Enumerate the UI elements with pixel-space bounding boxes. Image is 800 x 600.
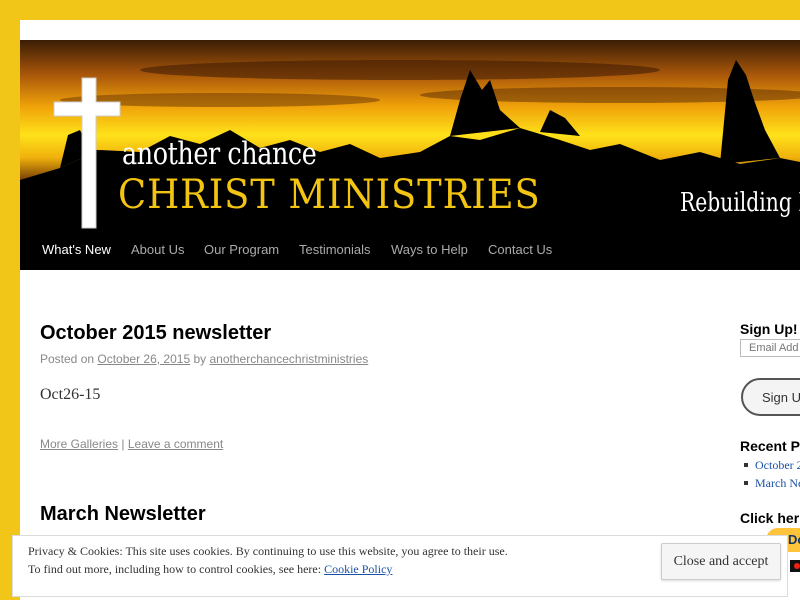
recent-post-link[interactable]: March Ne	[755, 476, 800, 490]
post-title[interactable]: October 2015 newsletter	[40, 322, 271, 345]
post-date-link[interactable]: October 26, 2015	[97, 352, 190, 366]
nav-item-whats-new[interactable]: What's New	[42, 230, 111, 270]
signup-button[interactable]: Sign U	[741, 378, 800, 416]
page-wrapper: another chance CHRIST MINISTRIES Rebuild…	[20, 20, 800, 600]
nav-item-testimonials[interactable]: Testimonials	[299, 230, 371, 270]
author-link[interactable]: anotherchancechristministries	[210, 352, 369, 366]
list-item: October 2	[740, 456, 800, 474]
email-field[interactable]	[740, 339, 800, 357]
nav-item-contact-us[interactable]: Contact Us	[488, 230, 552, 270]
close-and-accept-button[interactable]: Close and accept	[661, 543, 781, 580]
nav-item-our-program[interactable]: Our Program	[204, 230, 279, 270]
recent-posts-list: October 2 March Ne	[740, 456, 800, 492]
leave-comment-link[interactable]: Leave a comment	[128, 437, 223, 451]
banner-title-line1: another chance	[122, 136, 317, 172]
more-galleries-link[interactable]: More Galleries	[40, 437, 118, 451]
post-title[interactable]: March Newsletter	[40, 503, 206, 526]
banner-tagline: Rebuilding Live	[680, 188, 800, 218]
main-nav: What's New About Us Our Program Testimon…	[20, 230, 800, 270]
by-label: by	[193, 352, 207, 366]
cookie-policy-prefix: To find out more, including how to contr…	[28, 562, 322, 576]
cookie-banner: Privacy & Cookies: This site uses cookie…	[12, 535, 788, 597]
post-meta: Posted on October 26, 2015 by anothercha…	[40, 352, 368, 366]
recent-posts-title: Recent P	[740, 438, 800, 454]
post-utility: More Galleries | Leave a comment	[40, 437, 223, 451]
cookie-notice-text: Privacy & Cookies: This site uses cookie…	[28, 544, 508, 558]
post-content: Oct26-15	[40, 386, 101, 403]
list-item: March Ne	[740, 474, 800, 492]
separator: |	[121, 437, 125, 451]
nav-item-ways-to-help[interactable]: Ways to Help	[391, 230, 468, 270]
recent-post-link[interactable]: October 2	[755, 458, 800, 472]
cookie-policy-link[interactable]: Cookie Policy	[324, 562, 392, 576]
header-banner[interactable]: another chance CHRIST MINISTRIES Rebuild…	[20, 40, 800, 230]
posted-on-label: Posted on	[40, 352, 95, 366]
donate-widget-title: Click her	[740, 510, 800, 526]
nav-item-about-us[interactable]: About Us	[131, 230, 184, 270]
signup-widget-title: Sign Up!	[740, 321, 798, 337]
cookie-policy-line: To find out more, including how to contr…	[28, 562, 392, 577]
credit-card-icon	[790, 560, 800, 572]
banner-title-line2: CHRIST MINISTRIES	[118, 172, 541, 218]
